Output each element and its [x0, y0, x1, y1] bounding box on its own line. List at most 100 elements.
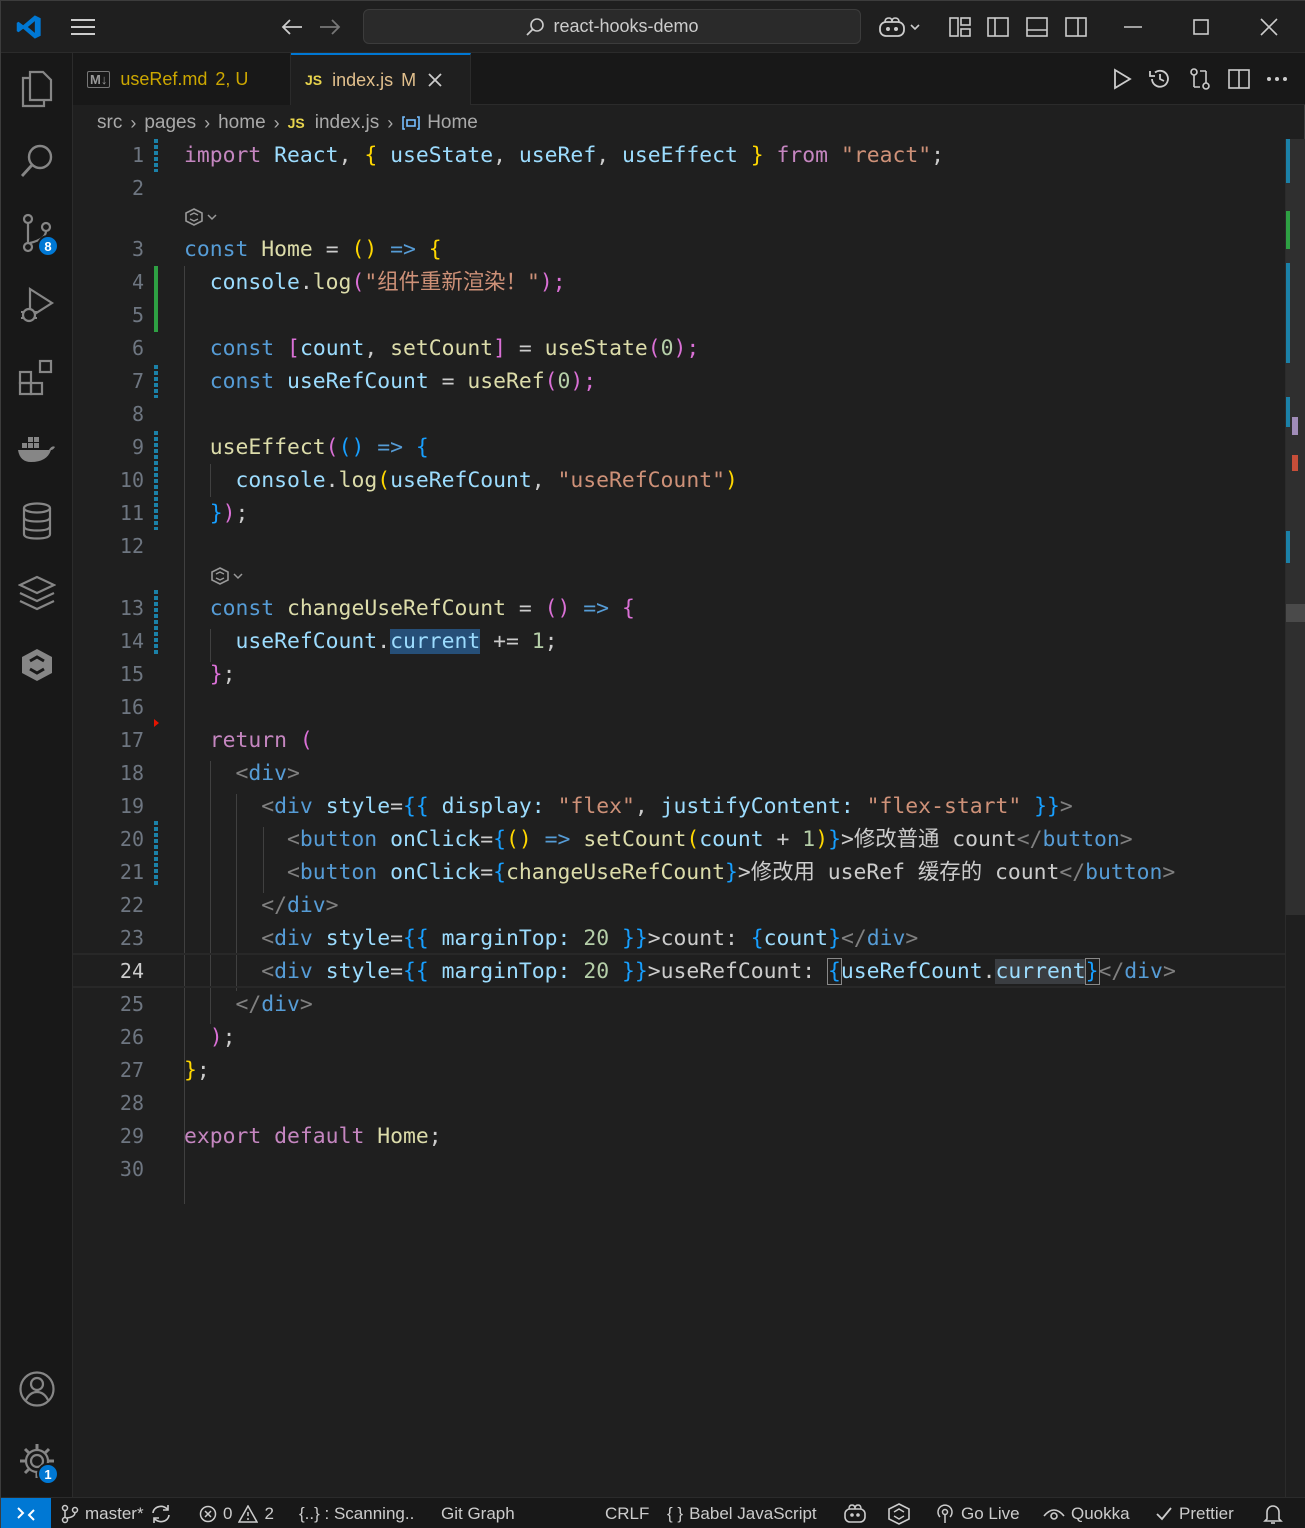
extensions-icon[interactable] — [1, 347, 73, 407]
scrollbar-thumb[interactable] — [1286, 139, 1305, 915]
token: {{ — [402, 926, 429, 951]
warning-count: 2 — [264, 1504, 274, 1523]
token: {{ — [402, 959, 429, 984]
token: . — [377, 629, 391, 654]
code-line: 21 <button onClick={changeUseRefCount}>修… — [73, 856, 1285, 889]
layers-icon[interactable] — [1, 563, 73, 623]
copilot-status-icon[interactable] — [843, 1498, 867, 1528]
more-actions-icon[interactable] — [1266, 76, 1288, 82]
menu-icon[interactable] — [63, 1, 103, 53]
breadcrumb-item-symbol[interactable]: Home — [427, 112, 478, 134]
timeline-history-icon[interactable] — [1148, 67, 1172, 91]
tab-useref-md[interactable]: M↓ useRef.md 2, U — [73, 53, 291, 105]
token: > — [1119, 827, 1133, 852]
command-center-search[interactable]: react-hooks-demo — [363, 9, 861, 44]
line-number: 2 — [131, 176, 144, 200]
code-line: 4 console.log("组件重新渲染！"); — [73, 266, 1285, 299]
code-text: const [count, setCount] = useState(0); — [184, 332, 700, 365]
customize-layout-icon[interactable] — [945, 1, 975, 53]
code-line: 19 <div style={{ display: "flex", justif… — [73, 790, 1285, 823]
title-bar: react-hooks-demo — [1, 1, 1305, 53]
go-live-button[interactable]: Go Live — [935, 1498, 1020, 1528]
code-editor[interactable]: 1 import React, { useState, useRef, useE… — [73, 139, 1285, 1497]
problems-status[interactable]: 0 2 — [199, 1498, 274, 1528]
code-text: }; — [184, 1054, 210, 1087]
token: { — [827, 958, 842, 985]
remote-icon — [17, 1507, 35, 1521]
line-number: 5 — [131, 303, 144, 327]
database-icon[interactable] — [1, 491, 73, 551]
token: count — [299, 336, 365, 361]
token: useRef — [518, 143, 597, 168]
sync-icon[interactable] — [150, 1504, 172, 1524]
codeium-lens-icon[interactable] — [210, 559, 244, 592]
settings-gear-icon[interactable]: 1 — [1, 1431, 73, 1491]
token: ; — [931, 143, 944, 168]
token: Home — [261, 237, 313, 262]
quokka-label: Quokka — [1071, 1504, 1130, 1523]
split-editor-icon[interactable] — [1228, 69, 1250, 89]
code-text: <div style={{ display: "flex", justifyCo… — [184, 790, 1073, 823]
maximize-icon[interactable] — [1179, 1, 1223, 53]
token: </ — [1059, 860, 1086, 885]
token: const — [184, 237, 249, 262]
toggle-secondary-sidebar-icon[interactable] — [1061, 1, 1091, 53]
close-tab-icon[interactable] — [428, 73, 442, 87]
token: < — [184, 926, 275, 951]
search-icon[interactable] — [1, 131, 73, 191]
copilot-icon[interactable] — [875, 1, 925, 53]
git-graph-button[interactable]: Git Graph — [441, 1498, 515, 1528]
token: } — [184, 1058, 197, 1083]
docker-icon[interactable] — [1, 419, 73, 479]
toggle-panel-icon[interactable] — [1022, 1, 1052, 53]
back-arrow-icon[interactable] — [277, 1, 307, 53]
token: [ — [287, 336, 300, 361]
tab-index-js[interactable]: JS index.js M — [291, 53, 471, 105]
scanning-status[interactable]: {..} : Scanning.. — [299, 1498, 414, 1528]
token: div — [274, 794, 313, 819]
compare-changes-icon[interactable] — [1188, 67, 1212, 91]
codeium-icon[interactable] — [1, 635, 73, 695]
token: >useRefCount: — [647, 959, 829, 984]
token: marginTop — [441, 926, 558, 951]
quokka-button[interactable]: Quokka — [1043, 1498, 1130, 1528]
token: () — [506, 827, 532, 852]
token: import — [184, 143, 262, 168]
explorer-icon[interactable] — [1, 59, 73, 119]
remote-indicator[interactable] — [1, 1498, 51, 1528]
token: style — [325, 794, 391, 819]
breadcrumb-item-pages[interactable]: pages — [144, 112, 196, 134]
breadcrumb-item-file[interactable]: index.js — [315, 112, 379, 134]
eol-status[interactable]: CRLF — [605, 1498, 649, 1528]
code-line: 25 </div> — [73, 988, 1285, 1021]
toggle-primary-sidebar-icon[interactable] — [983, 1, 1013, 53]
editor-scrollbar[interactable] — [1285, 139, 1305, 1497]
close-window-icon[interactable] — [1247, 1, 1291, 53]
minimize-icon[interactable] — [1111, 1, 1155, 53]
forward-arrow-icon[interactable] — [315, 1, 345, 53]
source-control-icon[interactable]: 8 — [1, 203, 73, 263]
code-line: 17 return ( — [73, 724, 1285, 757]
codeium-status-icon[interactable] — [887, 1498, 911, 1528]
breadcrumb-item-home[interactable]: home — [218, 112, 266, 134]
prettier-button[interactable]: Prettier — [1155, 1498, 1234, 1528]
tab-label: useRef.md — [120, 68, 208, 89]
code-line: 6 const [count, setCount] = useState(0); — [73, 332, 1285, 365]
token: useRef — [467, 369, 545, 394]
token: changeUseRefCount — [287, 596, 506, 621]
notifications-bell-icon[interactable] — [1263, 1498, 1283, 1528]
account-icon[interactable] — [1, 1359, 73, 1419]
breadcrumb-item-src[interactable]: src — [97, 112, 122, 134]
token: < — [184, 959, 275, 984]
language-status[interactable]: { } Babel JavaScript — [667, 1498, 817, 1528]
token: div — [261, 992, 300, 1017]
run-debug-icon[interactable] — [1, 275, 73, 335]
code-line: 30 — [73, 1153, 1285, 1186]
branch-status[interactable]: master* — [61, 1498, 172, 1528]
run-icon[interactable] — [1112, 68, 1132, 90]
token: useEffect — [621, 143, 738, 168]
